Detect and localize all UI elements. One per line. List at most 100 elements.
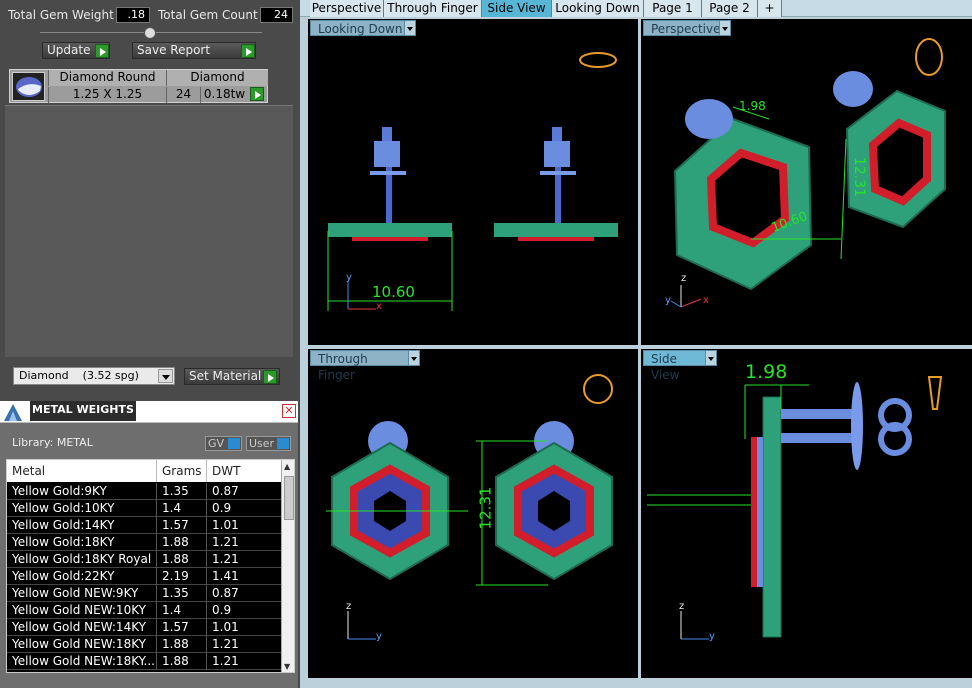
user-toggle[interactable]: User <box>246 436 291 451</box>
gem-list-area <box>5 105 293 357</box>
axis-gizmo <box>347 611 376 640</box>
material-select[interactable]: Diamond (3.52 spg) <box>13 367 175 385</box>
table-row[interactable]: Yellow Gold NEW:10KY 1.4 0.9 <box>7 602 282 619</box>
earring-post-left-icon <box>370 127 406 227</box>
grams-cell: 1.88 <box>157 534 207 551</box>
dwt-cell: 0.9 <box>207 500 282 517</box>
save-report-button[interactable]: Save Report <box>132 42 256 59</box>
ring-thumbnail-icon <box>579 52 617 68</box>
dwt-cell: 1.01 <box>207 619 282 636</box>
chevron-down-icon[interactable] <box>719 20 731 36</box>
metal-cell: Yellow Gold:18KY Royal <box>7 551 157 568</box>
diamond-round-icon <box>12 72 45 101</box>
add-tab-icon[interactable]: + <box>758 0 782 17</box>
scroll-thumb[interactable] <box>284 476 294 520</box>
earring-hex-right <box>495 441 613 581</box>
table-row[interactable]: Yellow Gold:14KY 1.57 1.01 <box>7 517 282 534</box>
table-row[interactable]: Yellow Gold:10KY 1.4 0.9 <box>7 500 282 517</box>
column-header-dwt[interactable]: DWT <box>207 460 282 482</box>
dimension-label: 1.98 <box>745 361 788 383</box>
toggle-icon <box>277 438 289 449</box>
viewport-title-label: Looking Down <box>318 22 403 36</box>
table-row[interactable]: Yellow Gold NEW:14KY 1.57 1.01 <box>7 619 282 636</box>
collapse-handle-icon[interactable] <box>144 27 156 39</box>
viewport-title-label: Side View <box>651 352 680 382</box>
scroll-down-icon[interactable]: ▼ <box>284 662 290 671</box>
set-material-button[interactable]: Set Material <box>184 368 280 385</box>
metal-cell: Yellow Gold:9KY <box>7 483 157 500</box>
table-row[interactable]: Yellow Gold NEW:18KY 1.88 1.21 <box>7 636 282 653</box>
viewport-title[interactable]: Looking Down <box>310 20 416 36</box>
viewport-perspective[interactable]: Perspective 1.98 12.31 10.60 z y x <box>641 19 972 345</box>
ring-thumbnail-icon <box>583 374 613 404</box>
table-row[interactable]: Yellow Gold:18KY 1.88 1.21 <box>7 534 282 551</box>
metal-cell: Yellow Gold NEW:14KY <box>7 619 157 636</box>
tab-page-1[interactable]: Page 1 <box>644 0 702 17</box>
earring-body-left <box>328 223 452 237</box>
gem-name: Diamond Round <box>48 70 166 86</box>
dimension-label-a: 1.98 <box>739 99 766 113</box>
earring-hex-large <box>673 117 813 291</box>
gem-material: Diamond <box>166 70 268 86</box>
table-row[interactable]: Yellow Gold NEW:9KY 1.35 0.87 <box>7 585 282 602</box>
ring-thumbnail-icon <box>915 38 943 76</box>
scroll-up-icon[interactable]: ▲ <box>284 462 290 471</box>
dwt-cell: 0.87 <box>207 483 282 500</box>
metal-cell: Yellow Gold NEW:18KY... <box>7 653 157 670</box>
play-icon <box>263 370 277 384</box>
tab-side-view[interactable]: Side View <box>482 0 552 17</box>
metal-cell: Yellow Gold:18KY <box>7 534 157 551</box>
total-gem-weight-value: .18 <box>116 7 150 23</box>
gv-toggle[interactable]: GV <box>205 436 242 451</box>
tab-perspective[interactable]: Perspective <box>310 0 384 17</box>
tab-looking-down[interactable]: Looking Down <box>552 0 644 17</box>
dwt-cell: 0.87 <box>207 585 282 602</box>
library-label: Library: METAL <box>12 436 93 449</box>
column-header-grams[interactable]: Grams <box>157 460 207 482</box>
viewport-title[interactable]: Through Finger <box>310 350 420 382</box>
metal-cell: Yellow Gold NEW:10KY <box>7 602 157 619</box>
chevron-down-icon <box>158 369 173 383</box>
dwt-cell: 1.01 <box>207 517 282 534</box>
table-row[interactable]: Yellow Gold NEW:18KY... 1.88 1.21 <box>7 653 282 670</box>
gem-weight: 0.18tw <box>200 87 248 103</box>
earring-profile <box>762 396 782 638</box>
axis-label-z: z <box>346 601 352 612</box>
tab-page-2[interactable]: Page 2 <box>702 0 758 17</box>
chevron-down-icon[interactable] <box>404 20 416 36</box>
viewport-side-view[interactable]: Side View 1.98 z y <box>641 349 972 678</box>
metal-weights-header: METAL WEIGHTS ✕ <box>0 401 298 423</box>
table-row[interactable]: Yellow Gold:22KY 2.19 1.41 <box>7 568 282 585</box>
metal-cell: Yellow Gold:10KY <box>7 500 157 517</box>
tab-through-finger[interactable]: Through Finger <box>384 0 482 17</box>
dwt-cell: 0.9 <box>207 602 282 619</box>
axis-label-y: y <box>665 295 671 306</box>
grams-cell: 1.35 <box>157 585 207 602</box>
total-gem-count-label: Total Gem Count <box>158 8 258 22</box>
table-row[interactable]: Yellow Gold:9KY 1.35 0.87 <box>7 483 282 500</box>
viewport-title[interactable]: Side View <box>643 350 717 382</box>
gem-list-row[interactable]: Diamond Round Diamond 1.25 X 1.25 24 0.1… <box>9 69 268 103</box>
toggle-icon <box>228 438 240 449</box>
update-button[interactable]: Update <box>42 42 110 59</box>
table-row[interactable]: Yellow Gold:18KY Royal 1.88 1.21 <box>7 551 282 568</box>
dimension-label: 10.60 <box>372 283 415 301</box>
axis-label-x: x <box>376 301 382 312</box>
save-report-label: Save Report <box>137 43 211 57</box>
viewport-looking-down[interactable]: Looking Down 10.60 y x <box>308 19 638 345</box>
gem-go-icon[interactable] <box>250 87 264 101</box>
viewport-through-finger[interactable]: Through Finger 12.31 z y <box>308 349 638 678</box>
chevron-down-icon[interactable] <box>705 350 717 366</box>
column-header-metal[interactable]: Metal <box>7 460 157 482</box>
scrollbar[interactable]: ▲ ▼ <box>281 460 294 672</box>
metal-cell: Yellow Gold NEW:9KY <box>7 585 157 602</box>
viewport-title[interactable]: Perspective <box>643 20 731 36</box>
close-icon[interactable]: ✕ <box>282 404 296 418</box>
grams-cell: 1.4 <box>157 602 207 619</box>
grams-cell: 1.88 <box>157 636 207 653</box>
material-select-value: Diamond (3.52 spg) <box>19 369 139 382</box>
dwt-cell: 1.21 <box>207 653 282 670</box>
axis-gizmo <box>680 611 709 640</box>
metal-weights-table: Metal Grams DWT Yellow Gold:9KY 1.35 0.87 Y… <box>6 459 295 673</box>
chevron-down-icon[interactable] <box>408 350 420 366</box>
